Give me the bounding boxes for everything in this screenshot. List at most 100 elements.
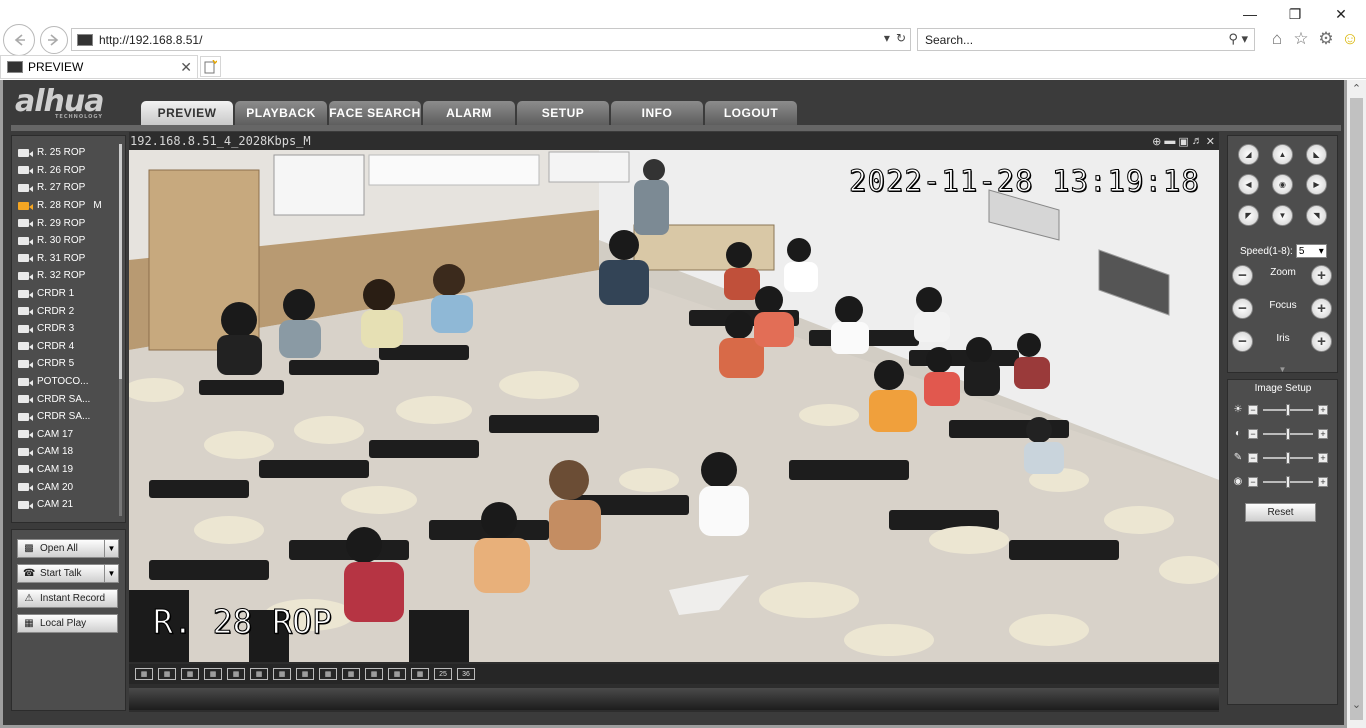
restore-icon[interactable]: ❐ (1284, 4, 1306, 24)
open-all-dropdown[interactable]: ▼ (104, 539, 119, 558)
ptz-down-button[interactable]: ▼ (1272, 205, 1293, 226)
iris-plus-button[interactable]: + (1311, 331, 1332, 352)
camera-list-item[interactable]: R. 31 ROP (12, 250, 120, 268)
new-tab-button[interactable] (200, 56, 221, 77)
split-layout-button[interactable]: ▦ (296, 668, 314, 680)
favorites-star-icon[interactable]: ☆ (1291, 29, 1311, 49)
slider-knob[interactable] (1286, 452, 1290, 464)
split-layout-button[interactable]: ▦ (135, 668, 153, 680)
split-layout-button[interactable]: ▦ (158, 668, 176, 680)
digital-zoom-icon[interactable]: ⊕ (1152, 135, 1161, 148)
split-layout-button[interactable]: ▦ (388, 668, 406, 680)
scroll-thumb[interactable] (1350, 98, 1363, 720)
split-layout-button[interactable]: ▦ (342, 668, 360, 680)
camera-list-item[interactable]: CRDR 4 (12, 338, 120, 356)
minimize-icon[interactable]: — (1239, 4, 1261, 24)
slider-knob[interactable] (1286, 428, 1290, 440)
forward-button[interactable] (40, 26, 68, 54)
decrease-button[interactable]: − (1248, 429, 1258, 439)
decrease-button[interactable]: − (1248, 453, 1258, 463)
ptz-left-button[interactable]: ◀ (1238, 174, 1259, 195)
camera-list-scroll-thumb[interactable] (119, 144, 122, 379)
camera-list-item[interactable]: R. 25 ROP (12, 144, 120, 162)
feedback-smiley-icon[interactable]: ☺ (1340, 29, 1360, 49)
close-video-icon[interactable]: ✕ (1206, 135, 1215, 148)
browser-tab[interactable]: PREVIEW ✕ (0, 55, 198, 78)
split-layout-button[interactable]: ▦ (411, 668, 429, 680)
search-icon[interactable]: ⚲ ▾ (1228, 31, 1248, 47)
increase-button[interactable]: + (1318, 429, 1328, 439)
camera-list-item[interactable]: CRDR SA... (12, 390, 120, 408)
camera-list-item[interactable]: CAM 19 (12, 461, 120, 479)
ptz-up-right-button[interactable]: ◣ (1306, 144, 1327, 165)
search-box[interactable]: Search... ⚲ ▾ (917, 28, 1255, 51)
camera-list-item[interactable]: CRDR SA... (12, 408, 120, 426)
ptz-down-right-button[interactable]: ◥ (1306, 205, 1327, 226)
ptz-down-left-button[interactable]: ◤ (1238, 205, 1259, 226)
split-layout-button[interactable]: 25 (434, 668, 452, 680)
camera-list-item[interactable]: CRDR 1 (12, 285, 120, 303)
camera-list-item[interactable]: POTOCO... (12, 373, 120, 391)
ptz-up-left-button[interactable]: ◢ (1238, 144, 1259, 165)
search-input[interactable]: Search... (925, 33, 973, 47)
page-scrollbar[interactable]: ⌃ ⌄ (1347, 80, 1366, 728)
split-layout-button[interactable]: ▦ (319, 668, 337, 680)
split-layout-button[interactable]: ▦ (181, 668, 199, 680)
start-talk-button[interactable]: ☎ Start Talk (17, 564, 117, 583)
camera-list-item[interactable]: CAM 17 (12, 426, 120, 444)
split-layout-button[interactable]: ▦ (250, 668, 268, 680)
snapshot-icon[interactable]: ▣ (1178, 135, 1188, 148)
home-icon[interactable]: ⌂ (1267, 29, 1287, 49)
menu-tab-logout[interactable]: LOGOUT (705, 101, 797, 125)
slider-knob[interactable] (1286, 404, 1290, 416)
local-play-button[interactable]: ▦ Local Play (17, 614, 118, 633)
menu-tab-info[interactable]: INFO (611, 101, 703, 125)
camera-list-item[interactable]: CRDR 3 (12, 320, 120, 338)
ptz-collapse-toggle[interactable]: ▼ (1227, 365, 1338, 376)
zoom-out-button[interactable]: − (1232, 265, 1253, 286)
decrease-button[interactable]: − (1248, 477, 1258, 487)
close-window-icon[interactable]: ✕ (1330, 4, 1352, 24)
settings-gear-icon[interactable]: ⚙ (1316, 29, 1336, 49)
increase-button[interactable]: + (1318, 405, 1328, 415)
camera-list-item[interactable]: R. 26 ROP (12, 162, 120, 180)
camera-list-item[interactable]: CAM 20 (12, 478, 120, 496)
menu-tab-alarm[interactable]: ALARM (423, 101, 515, 125)
increase-button[interactable]: + (1318, 453, 1328, 463)
address-bar[interactable]: http://192.168.8.51/ ▾ ↻ (71, 28, 911, 51)
split-layout-button[interactable]: ▦ (273, 668, 291, 680)
address-url[interactable]: http://192.168.8.51/ (99, 33, 202, 47)
camera-list-item[interactable]: R. 30 ROP (12, 232, 120, 250)
camera-list-item[interactable]: CAM 18 (12, 443, 120, 461)
increase-button[interactable]: + (1318, 477, 1328, 487)
open-all-button[interactable]: ▩ Open All (17, 539, 117, 558)
decrease-button[interactable]: − (1248, 405, 1258, 415)
camera-list-item[interactable]: CRDR 5 (12, 355, 120, 373)
scroll-up-icon[interactable]: ⌃ (1347, 80, 1366, 97)
address-dropdown-icon[interactable]: ▾ (884, 31, 890, 45)
menu-tab-preview[interactable]: PREVIEW (141, 101, 233, 125)
speed-select[interactable]: 5 ▾ (1295, 244, 1327, 258)
camera-list-item[interactable]: R. 32 ROP (12, 267, 120, 285)
focus-plus-button[interactable]: + (1311, 298, 1332, 319)
reset-button[interactable]: Reset (1245, 503, 1316, 522)
split-layout-button[interactable]: ▦ (227, 668, 245, 680)
camera-list-item[interactable]: CRDR 2 (12, 302, 120, 320)
refresh-icon[interactable]: ↻ (896, 31, 906, 45)
camera-list-item[interactable]: R. 28 ROP M (12, 197, 120, 215)
ptz-center-button[interactable]: ◉ (1272, 174, 1293, 195)
camera-list-item[interactable]: R. 29 ROP (12, 214, 120, 232)
split-layout-button[interactable]: 36 (457, 668, 475, 680)
camera-list-item[interactable]: R. 27 ROP (12, 179, 120, 197)
slider-knob[interactable] (1286, 476, 1290, 488)
audio-icon[interactable]: ♬ (1192, 135, 1203, 148)
instant-record-button[interactable]: ⚠ Instant Record (17, 589, 118, 608)
start-talk-dropdown[interactable]: ▼ (104, 564, 119, 583)
iris-minus-button[interactable]: − (1232, 331, 1253, 352)
video-feed[interactable]: 2022-11-28 13:19:18 R. 28 ROP (129, 150, 1219, 662)
scroll-down-icon[interactable]: ⌄ (1347, 696, 1366, 713)
record-icon[interactable]: ▬ (1164, 135, 1175, 148)
camera-list-scrollbar[interactable] (119, 144, 122, 516)
camera-list-item[interactable]: CAM 21 (12, 496, 120, 514)
ptz-up-button[interactable]: ▲ (1272, 144, 1293, 165)
